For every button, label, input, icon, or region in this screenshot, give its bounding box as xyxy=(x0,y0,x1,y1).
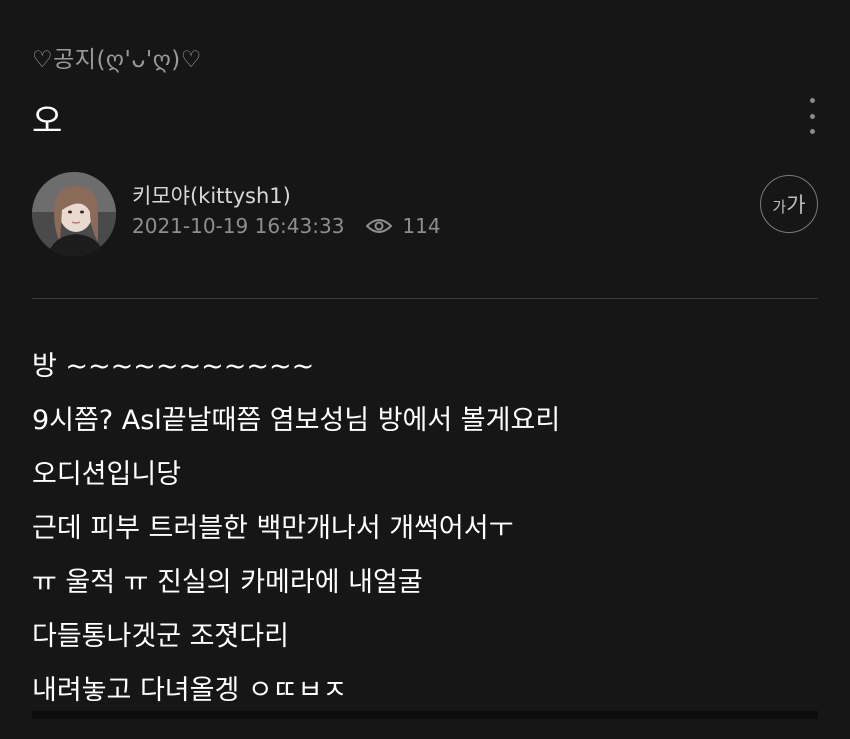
body-line: 내려놓고 다녀올겡 ㅇㄸㅂㅈ xyxy=(32,675,348,706)
post-body: 방 ~~~~~~~~~~~ 9시쯤? Asl끝날때쯤 염보성님 방에서 볼게요리… xyxy=(32,340,818,718)
divider xyxy=(32,298,818,299)
post-meta: 2021-10-19 16:43:33 114 xyxy=(132,214,441,238)
avatar[interactable] xyxy=(32,172,116,256)
body-line: 방 ~~~~~~~~~~~ xyxy=(32,351,315,382)
more-options-button[interactable] xyxy=(802,98,822,134)
more-vertical-icon-dot xyxy=(809,113,815,119)
post-category[interactable]: ♡공지(ღ'ᴗ'ღ)♡ xyxy=(32,40,202,74)
body-line: 근데 피부 트러블한 백만개나서 개썩어서ㅜ xyxy=(32,513,514,544)
body-line: 9시쯤? Asl끝날때쯤 염보성님 방에서 볼게요리 xyxy=(32,405,561,436)
author-row: 키모야(kittysh1) 2021-10-19 16:43:33 114 가 … xyxy=(32,172,818,262)
font-size-button[interactable]: 가 가 xyxy=(760,175,818,233)
font-size-big-label: 가 xyxy=(786,193,806,217)
more-vertical-icon xyxy=(809,98,815,103)
post-title: 오 xyxy=(32,101,63,140)
body-line: ㅠ 울적 ㅠ 진실의 카메라에 내얼굴 xyxy=(32,567,423,598)
eye-icon xyxy=(366,219,393,233)
body-line: 다들통나겟군 조졋다리 xyxy=(32,621,289,652)
font-size-small-label: 가 xyxy=(772,197,787,216)
view-count: 114 xyxy=(366,214,441,238)
view-count-value: 114 xyxy=(402,214,441,238)
post-page: ♡공지(ღ'ᴗ'ღ)♡ 오 키모야(kittysh1) 2021-10-19 1… xyxy=(0,0,850,739)
more-vertical-icon-dot xyxy=(809,129,815,134)
bottom-bar xyxy=(32,711,818,719)
post-datetime: 2021-10-19 16:43:33 xyxy=(132,214,345,238)
author-name[interactable]: 키모야(kittysh1) xyxy=(132,180,291,210)
body-line: 오디션입니당 xyxy=(32,459,182,490)
